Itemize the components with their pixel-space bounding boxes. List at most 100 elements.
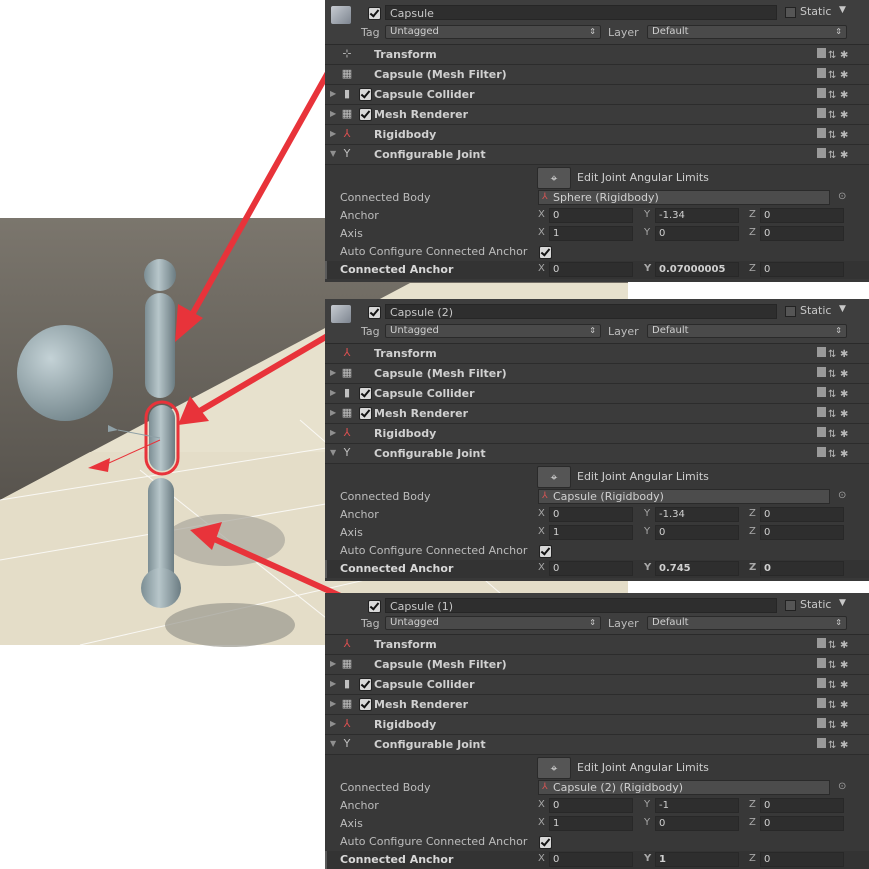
component-enabled-checkbox[interactable]	[359, 698, 372, 711]
component-tools[interactable]: ⇅ ✱	[817, 108, 855, 121]
component-enabled-checkbox[interactable]	[359, 678, 372, 691]
fold-arrow-icon[interactable]: ▶	[330, 368, 336, 377]
tag-dropdown[interactable]: Untagged ⇕	[385, 324, 601, 338]
auto-configure-checkbox[interactable]	[539, 246, 552, 259]
component-tools[interactable]: ⇅ ✱	[817, 148, 855, 161]
fold-arrow-icon[interactable]: ▼	[330, 149, 336, 158]
connected-anchor-z-field[interactable]: 0	[760, 852, 844, 867]
component-tools[interactable]: ⇅ ✱	[817, 128, 855, 141]
object-picker-icon[interactable]: ⊙	[838, 490, 846, 501]
anchor-z-field[interactable]: 0	[760, 798, 844, 813]
anchor-x-field[interactable]: 0	[549, 208, 633, 223]
component-tools[interactable]: ⇅ ✱	[817, 738, 855, 751]
component-tools[interactable]: ⇅ ✱	[817, 387, 855, 400]
fold-arrow-icon[interactable]: ▶	[330, 659, 336, 668]
static-checkbox[interactable]	[785, 306, 796, 317]
component-tools[interactable]: ⇅ ✱	[817, 638, 855, 651]
anchor-y-field[interactable]: -1.34	[655, 208, 739, 223]
axis-z-field[interactable]: 0	[760, 226, 844, 241]
component-rigidbody[interactable]: ▶ ⅄ Rigidbody ⇅ ✱	[325, 125, 869, 145]
component-enabled-checkbox[interactable]	[359, 108, 372, 121]
anchor-z-field[interactable]: 0	[760, 208, 844, 223]
component-transform[interactable]: ⅄ Transform ⇅ ✱	[325, 635, 869, 655]
axis-y-field[interactable]: 0	[655, 816, 739, 831]
fold-arrow-icon[interactable]: ▶	[330, 699, 336, 708]
component-tools[interactable]: ⇅ ✱	[817, 658, 855, 671]
axis-x-field[interactable]: 1	[549, 525, 633, 540]
active-checkbox[interactable]	[368, 7, 381, 20]
object-name-field[interactable]: Capsule (2)	[385, 304, 777, 319]
component-tools[interactable]: ⇅ ✱	[817, 678, 855, 691]
object-picker-icon[interactable]: ⊙	[838, 781, 846, 792]
connected-body-field[interactable]: ⅄ Capsule (Rigidbody)	[538, 489, 830, 504]
component-capsule-collider[interactable]: ▶ ▮ Capsule Collider ⇅ ✱	[325, 85, 869, 105]
static-checkbox[interactable]	[785, 600, 796, 611]
component-tools[interactable]: ⇅ ✱	[817, 88, 855, 101]
edit-joint-limits-button[interactable]: ⌖	[537, 757, 571, 779]
object-picker-icon[interactable]: ⊙	[838, 191, 846, 202]
connected-body-field[interactable]: ⅄ Capsule (2) (Rigidbody)	[538, 780, 830, 795]
object-name-field[interactable]: Capsule (1)	[385, 598, 777, 613]
component-tools[interactable]: ⇅ ✱	[817, 407, 855, 420]
connected-anchor-z-field[interactable]: 0	[760, 561, 844, 576]
anchor-x-field[interactable]: 0	[549, 798, 633, 813]
axis-x-field[interactable]: 1	[549, 226, 633, 241]
connected-anchor-x-field[interactable]: 0	[549, 262, 633, 277]
component-rigidbody[interactable]: ▶ ⅄ Rigidbody ⇅ ✱	[325, 715, 869, 735]
component-mesh-renderer[interactable]: ▶ ▦ Mesh Renderer ⇅ ✱	[325, 695, 869, 715]
component-tools[interactable]: ⇅ ✱	[817, 347, 855, 360]
connected-anchor-y-field[interactable]: 0.745	[655, 561, 739, 576]
layer-dropdown[interactable]: Default ⇕	[647, 25, 847, 39]
static-dropdown-icon[interactable]: ▼	[839, 5, 846, 15]
fold-arrow-icon[interactable]: ▶	[330, 388, 336, 397]
fold-arrow-icon[interactable]: ▶	[330, 428, 336, 437]
component-enabled-checkbox[interactable]	[359, 407, 372, 420]
connected-anchor-z-field[interactable]: 0	[760, 262, 844, 277]
fold-arrow-icon[interactable]: ▶	[330, 109, 336, 118]
connected-anchor-x-field[interactable]: 0	[549, 852, 633, 867]
object-name-field[interactable]: Capsule	[385, 5, 777, 20]
component-configurable-joint[interactable]: ▼ Y Configurable Joint ⇅ ✱	[325, 145, 869, 165]
tag-dropdown[interactable]: Untagged ⇕	[385, 25, 601, 39]
axis-z-field[interactable]: 0	[760, 525, 844, 540]
component-mesh-renderer[interactable]: ▶ ▦ Mesh Renderer ⇅ ✱	[325, 404, 869, 424]
active-checkbox[interactable]	[368, 306, 381, 319]
component-configurable-joint[interactable]: ▼ Y Configurable Joint ⇅ ✱	[325, 735, 869, 755]
connected-anchor-y-field[interactable]: 0.07000005	[655, 262, 739, 277]
anchor-x-field[interactable]: 0	[549, 507, 633, 522]
component-tools[interactable]: ⇅ ✱	[817, 68, 855, 81]
layer-dropdown[interactable]: Default ⇕	[647, 324, 847, 338]
component-tools[interactable]: ⇅ ✱	[817, 427, 855, 440]
static-dropdown-icon[interactable]: ▼	[839, 598, 846, 608]
fold-arrow-icon[interactable]: ▶	[330, 679, 336, 688]
fold-arrow-icon[interactable]: ▶	[330, 89, 336, 98]
component-enabled-checkbox[interactable]	[359, 387, 372, 400]
component-enabled-checkbox[interactable]	[359, 88, 372, 101]
component-transform[interactable]: ⅄ Transform ⇅ ✱	[325, 344, 869, 364]
static-dropdown-icon[interactable]: ▼	[839, 304, 846, 314]
auto-configure-checkbox[interactable]	[539, 836, 552, 849]
axis-y-field[interactable]: 0	[655, 525, 739, 540]
axis-z-field[interactable]: 0	[760, 816, 844, 831]
static-checkbox[interactable]	[785, 7, 796, 18]
connected-anchor-x-field[interactable]: 0	[549, 561, 633, 576]
fold-arrow-icon[interactable]: ▶	[330, 719, 336, 728]
anchor-y-field[interactable]: -1	[655, 798, 739, 813]
component-capsule-collider[interactable]: ▶ ▮ Capsule Collider ⇅ ✱	[325, 675, 869, 695]
component-configurable-joint[interactable]: ▼ Y Configurable Joint ⇅ ✱	[325, 444, 869, 464]
component-rigidbody[interactable]: ▶ ⅄ Rigidbody ⇅ ✱	[325, 424, 869, 444]
component-tools[interactable]: ⇅ ✱	[817, 718, 855, 731]
layer-dropdown[interactable]: Default ⇕	[647, 616, 847, 630]
fold-arrow-icon[interactable]: ▶	[330, 129, 336, 138]
component-tools[interactable]: ⇅ ✱	[817, 447, 855, 460]
component-capsule-collider[interactable]: ▶ ▮ Capsule Collider ⇅ ✱	[325, 384, 869, 404]
fold-arrow-icon[interactable]: ▼	[330, 739, 336, 748]
component-mesh-filter[interactable]: ▶ ▦ Capsule (Mesh Filter) ⇅ ✱	[325, 364, 869, 384]
axis-y-field[interactable]: 0	[655, 226, 739, 241]
component-tools[interactable]: ⇅ ✱	[817, 698, 855, 711]
component-mesh-filter[interactable]: ▦ Capsule (Mesh Filter) ⇅ ✱	[325, 65, 869, 85]
fold-arrow-icon[interactable]: ▶	[330, 408, 336, 417]
component-transform[interactable]: ⊹ Transform ⇅ ✱	[325, 45, 869, 65]
auto-configure-checkbox[interactable]	[539, 545, 552, 558]
component-mesh-renderer[interactable]: ▶ ▦ Mesh Renderer ⇅ ✱	[325, 105, 869, 125]
